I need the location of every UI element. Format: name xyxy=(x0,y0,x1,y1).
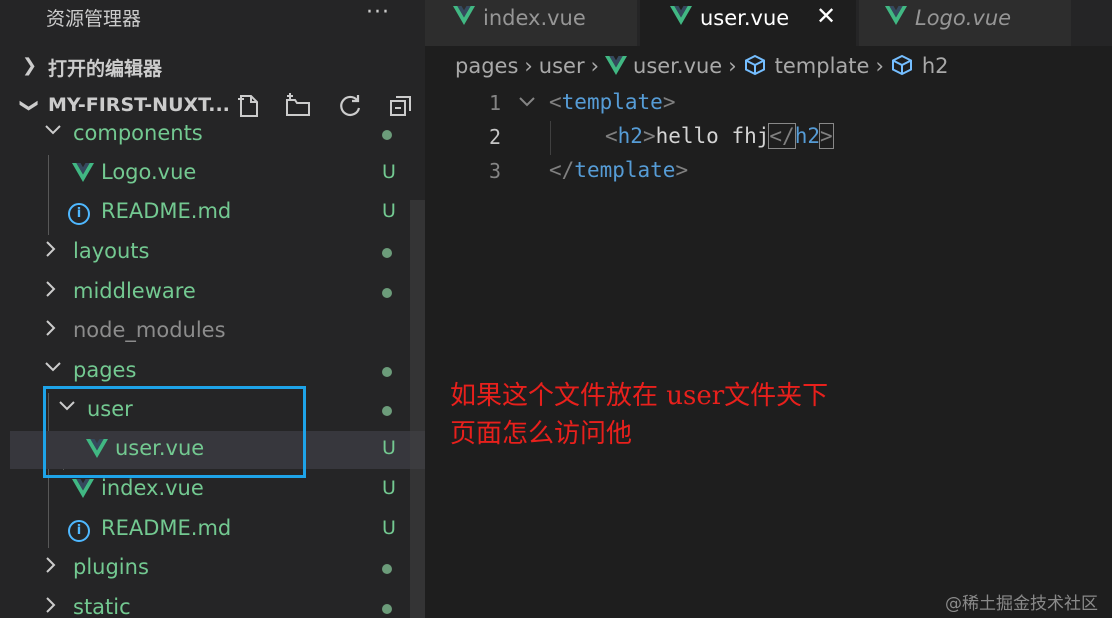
vue-file-icon xyxy=(453,6,475,31)
tree-item-label: node_modules xyxy=(73,318,226,342)
chevron-right-icon[interactable] xyxy=(44,556,58,579)
git-status-dot xyxy=(382,604,392,614)
line-number: 3 xyxy=(488,159,501,183)
tree-item[interactable]: static xyxy=(10,590,425,618)
line-number: 1 xyxy=(488,91,501,115)
tree-item-label: README.md xyxy=(101,516,232,540)
chevron-right-icon[interactable] xyxy=(44,319,58,342)
code-line-2[interactable]: 2 <h2>hello fhj</h2> xyxy=(425,121,1112,155)
tree-item[interactable]: layouts xyxy=(10,234,425,272)
code-line-3[interactable]: 3 </template> xyxy=(425,155,1112,189)
vue-file-icon xyxy=(72,479,94,504)
git-status-dot xyxy=(382,248,392,258)
tree-item-label: pages xyxy=(73,358,137,382)
line-number: 2 xyxy=(488,125,501,149)
tree-item[interactable]: components xyxy=(10,116,425,154)
git-status-dot xyxy=(382,564,392,574)
tab-logo-vue[interactable]: Logo.vue xyxy=(859,0,1071,46)
more-actions-icon[interactable]: ··· xyxy=(366,0,390,25)
breadcrumb: pages › user › user.vue › template › h2 xyxy=(455,53,949,78)
tab-user-vue[interactable]: user.vue ✕ xyxy=(640,0,856,46)
git-status-badge: U xyxy=(382,200,396,222)
vue-file-icon xyxy=(885,6,907,31)
tree-item[interactable]: plugins xyxy=(10,550,425,588)
breadcrumb-item[interactable]: template xyxy=(775,54,870,78)
tree-item[interactable]: node_modules xyxy=(10,313,425,351)
chevron-right-icon[interactable] xyxy=(44,596,58,618)
explorer-title: 资源管理器 xyxy=(46,8,142,30)
sidebar-scrollbar[interactable] xyxy=(410,200,425,618)
info-icon: i xyxy=(68,520,90,542)
tab-label: Logo.vue xyxy=(915,6,1012,30)
tab-label: index.vue xyxy=(483,6,586,30)
breadcrumb-separator: › xyxy=(875,54,884,78)
info-icon: i xyxy=(68,203,90,225)
git-status-badge: U xyxy=(382,161,396,183)
tree-item-label: plugins xyxy=(73,555,149,579)
git-status-dot xyxy=(382,288,392,298)
chevron-right-icon[interactable] xyxy=(44,240,58,263)
annotation-line: 页面怎么访问他 xyxy=(450,419,633,449)
tree-item[interactable]: i README.md U xyxy=(10,511,425,549)
git-status-badge: U xyxy=(382,477,396,499)
tab-label: user.vue xyxy=(700,6,790,30)
breadcrumb-item[interactable]: pages xyxy=(455,54,518,78)
project-name: MY-FIRST-NUXT... xyxy=(48,94,230,116)
tab-index-vue[interactable]: index.vue xyxy=(425,0,637,46)
cube-icon xyxy=(743,54,775,78)
annotation-text: 如果这个文件放在 user文件夹下 页面怎么访问他 xyxy=(450,377,828,453)
fold-chevron-icon[interactable] xyxy=(518,93,536,112)
git-status-badge: U xyxy=(382,517,396,539)
editor-tab-bar: index.vue user.vue ✕ Logo.vue xyxy=(425,0,1112,46)
explorer-sidebar: 资源管理器 ··· ❯ 打开的编辑器 ❯ MY-FIRST-NUXT... co… xyxy=(0,0,425,618)
chevron-right-icon: ❯ xyxy=(22,55,38,76)
open-editors-section[interactable]: ❯ 打开的编辑器 xyxy=(0,50,425,84)
close-icon[interactable]: ✕ xyxy=(816,2,836,30)
breadcrumb-separator: › xyxy=(524,54,533,78)
tree-item[interactable]: i README.md U xyxy=(10,194,425,232)
code-line-1[interactable]: 1 <template> xyxy=(425,87,1112,121)
code-text: <h2>hello fhj</h2> xyxy=(605,123,834,149)
tree-item-label: static xyxy=(73,595,131,618)
chevron-right-icon[interactable] xyxy=(44,280,58,303)
tree-item[interactable]: middleware xyxy=(10,274,425,312)
breadcrumb-separator: › xyxy=(728,54,737,78)
code-text: </template> xyxy=(549,158,689,182)
watermark: @稀土掘金技术社区 xyxy=(945,594,1098,614)
tree-item-label: index.vue xyxy=(101,476,204,500)
open-editors-label: 打开的编辑器 xyxy=(48,58,163,80)
tree-item-label: README.md xyxy=(101,199,232,223)
tree-item-label: Logo.vue xyxy=(101,160,197,184)
chevron-down-icon: ❯ xyxy=(19,97,41,114)
git-status-dot xyxy=(382,367,392,377)
vue-file-icon xyxy=(670,6,692,31)
indent-guide xyxy=(550,121,551,155)
code-text: <template> xyxy=(549,90,676,114)
chevron-down-icon[interactable] xyxy=(44,359,62,379)
breadcrumb-item[interactable]: user.vue xyxy=(633,54,722,78)
vue-file-icon xyxy=(72,163,94,188)
tree-item[interactable]: Logo.vue U xyxy=(10,155,425,193)
git-status-badge: U xyxy=(382,437,396,459)
tree-item-label: layouts xyxy=(73,239,150,263)
tree-item-label: middleware xyxy=(73,279,196,303)
breadcrumb-item[interactable]: h2 xyxy=(922,54,949,78)
annotation-line: 如果这个文件放在 user文件夹下 xyxy=(450,381,829,411)
highlight-box xyxy=(43,386,306,478)
cube-icon xyxy=(890,54,922,78)
breadcrumb-separator: › xyxy=(590,54,600,78)
breadcrumb-item[interactable]: user xyxy=(539,54,585,78)
git-status-dot xyxy=(382,406,392,416)
tree-item-label: components xyxy=(73,121,203,145)
vue-file-icon xyxy=(605,54,633,78)
git-status-dot xyxy=(382,130,392,140)
chevron-down-icon[interactable] xyxy=(44,122,62,142)
